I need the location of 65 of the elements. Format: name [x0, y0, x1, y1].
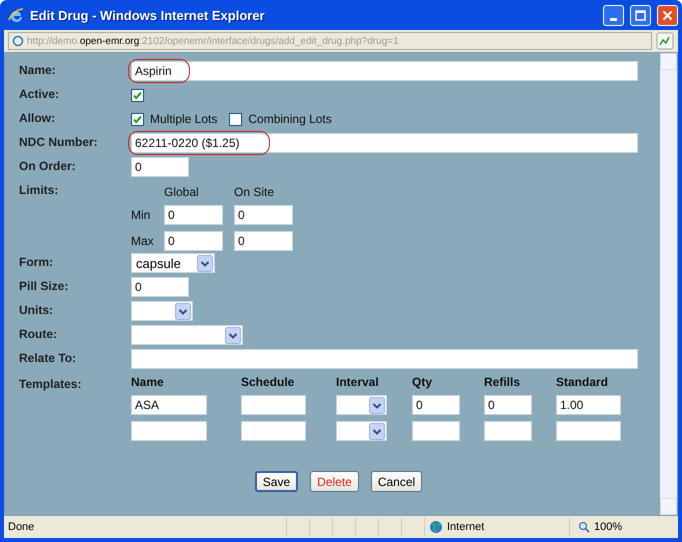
- checkbox[interactable]: [131, 112, 144, 126]
- close-icon: [662, 10, 673, 20]
- text-field[interactable]: 0: [131, 157, 189, 177]
- text-field[interactable]: 1.00: [556, 395, 621, 415]
- text-field[interactable]: ASA: [131, 395, 207, 415]
- minimize-button[interactable]: [603, 4, 624, 26]
- field-label: Name:: [19, 62, 57, 77]
- field-label: Relate To:: [19, 350, 78, 365]
- zoom-control[interactable]: 100%: [569, 518, 678, 536]
- column-header: Global: [164, 185, 200, 199]
- field-label: Units:: [19, 302, 54, 317]
- field-label: Pill Size:: [19, 278, 70, 293]
- save-button[interactable]: Save: [254, 471, 298, 492]
- column-header: Standard: [556, 375, 610, 389]
- text-field[interactable]: [412, 421, 460, 441]
- column-header: On Site: [234, 185, 276, 199]
- column-header: Qty: [412, 375, 434, 389]
- delete-button[interactable]: Delete: [310, 471, 359, 492]
- column-header: Interval: [336, 375, 380, 389]
- field-label: Allow:: [19, 110, 56, 125]
- checkbox[interactable]: [229, 112, 242, 126]
- checkbox-label: Multiple Lots: [150, 112, 218, 126]
- text-field[interactable]: 0: [484, 395, 532, 415]
- text-field[interactable]: [241, 395, 306, 415]
- status-text: Done: [7, 521, 36, 533]
- globe-icon: [429, 520, 443, 534]
- checkbox-label: Combining Lots: [248, 112, 332, 126]
- cancel-button[interactable]: Cancel: [370, 471, 422, 492]
- maximize-icon: [635, 10, 646, 20]
- field-label: Form:: [19, 254, 54, 269]
- text-field[interactable]: Aspirin: [131, 61, 638, 81]
- column-header: Name: [131, 375, 165, 389]
- text-field[interactable]: [484, 421, 532, 441]
- browser-logo-icon: [8, 7, 24, 23]
- text-field[interactable]: 0: [164, 231, 223, 251]
- text-field[interactable]: [241, 421, 306, 441]
- minimize-icon: [610, 18, 617, 20]
- text-field[interactable]: 0: [234, 205, 293, 225]
- field-label: Active:: [19, 86, 60, 101]
- field-label: Limits:: [19, 182, 60, 197]
- text-field[interactable]: 0: [234, 231, 293, 251]
- scrollbar[interactable]: [660, 53, 677, 515]
- text-field[interactable]: 0: [131, 277, 189, 297]
- field-label: Route:: [19, 326, 58, 341]
- field-label: NDC Number:: [19, 134, 99, 149]
- text-field[interactable]: [556, 421, 621, 441]
- checkbox[interactable]: [131, 88, 144, 102]
- text-field[interactable]: [131, 421, 207, 441]
- row-label: Min: [131, 208, 152, 222]
- text-field[interactable]: 62211-0220 ($1.25): [131, 133, 638, 153]
- field-label: On Order:: [19, 158, 77, 173]
- row-label: Max: [131, 234, 155, 248]
- zone-text: Internet: [447, 521, 484, 533]
- text-field[interactable]: [131, 349, 638, 369]
- dropdown[interactable]: capsule: [131, 253, 215, 273]
- zoom-icon: [578, 521, 590, 533]
- text-field[interactable]: 0: [164, 205, 223, 225]
- field-label: Templates:: [19, 376, 82, 391]
- column-header: Refills: [484, 375, 522, 389]
- column-header: Schedule: [241, 375, 296, 389]
- window-title: Edit Drug - Windows Internet Explorer: [30, 8, 266, 22]
- address-field[interactable]: http://demo.open-emr.org:2102/openemr/interface/drugs/add_edit_drug.php?drug=1: [8, 32, 652, 50]
- text-field[interactable]: 0: [412, 395, 460, 415]
- maximize-button[interactable]: [630, 4, 651, 26]
- close-button[interactable]: [657, 4, 678, 26]
